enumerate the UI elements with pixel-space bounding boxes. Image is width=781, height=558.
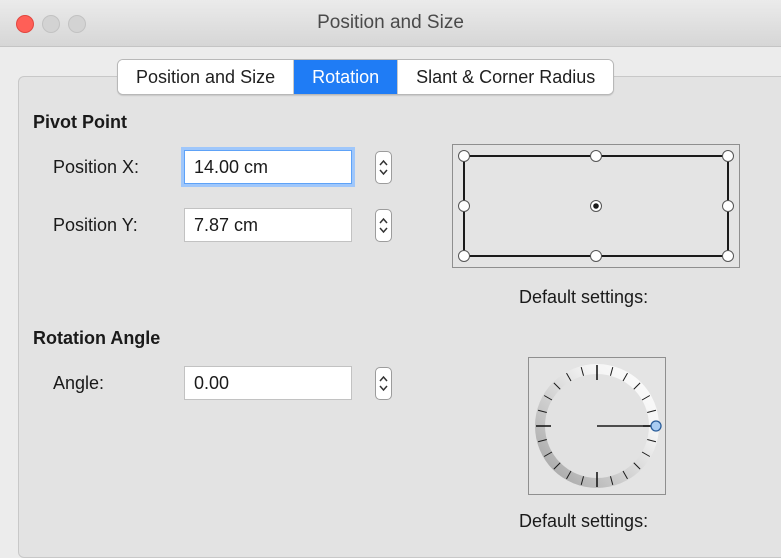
position-x-field[interactable]: 14.00 cm xyxy=(184,150,352,184)
pivot-rectangle-diagram xyxy=(458,150,734,262)
tab-bar: Position and Size Rotation Slant & Corne… xyxy=(117,59,615,95)
rotation-angle-dial[interactable] xyxy=(528,357,666,495)
tab-slant-corner-radius[interactable]: Slant & Corner Radius xyxy=(398,60,614,94)
position-y-label: Position Y: xyxy=(53,215,138,235)
tab-rotation[interactable]: Rotation xyxy=(294,60,399,94)
position-x-stepper[interactable] xyxy=(375,151,392,184)
stepper-arrows-icon xyxy=(379,159,388,176)
angle-dial-graphic xyxy=(535,364,662,488)
position-x-label: Position X: xyxy=(53,157,140,177)
title-bar: Position and Size xyxy=(0,0,781,47)
pivot-handle-center[interactable] xyxy=(590,200,602,212)
angle-field[interactable]: 0.00 xyxy=(184,366,352,400)
pivot-handle-bottom-right[interactable] xyxy=(722,250,734,262)
pivot-handle-top-right[interactable] xyxy=(722,150,734,162)
position-y-stepper[interactable] xyxy=(375,209,392,242)
tab-position-and-size[interactable]: Position and Size xyxy=(118,60,295,94)
pivot-handle-top-center[interactable] xyxy=(590,150,602,162)
pivot-point-heading: Pivot Point xyxy=(33,112,127,132)
position-y-field[interactable]: 7.87 cm xyxy=(184,208,352,242)
pivot-handle-bottom-center[interactable] xyxy=(590,250,602,262)
pivot-default-settings-caption: Default settings: xyxy=(519,287,649,307)
pivot-handle-middle-right[interactable] xyxy=(722,200,734,212)
pivot-handle-top-left[interactable] xyxy=(458,150,470,162)
pivot-handle-bottom-left[interactable] xyxy=(458,250,470,262)
rotation-angle-heading: Rotation Angle xyxy=(33,328,161,348)
pivot-handle-middle-left[interactable] xyxy=(458,200,470,212)
angle-stepper[interactable] xyxy=(375,367,392,400)
stepper-arrows-icon xyxy=(379,375,388,392)
stepper-arrows-icon xyxy=(379,217,388,234)
pivot-point-selector[interactable] xyxy=(452,144,740,268)
angle-label: Angle: xyxy=(53,373,105,393)
rotation-default-settings-caption: Default settings: xyxy=(519,511,649,531)
angle-handle[interactable] xyxy=(650,420,662,432)
window-title: Position and Size xyxy=(317,12,464,33)
